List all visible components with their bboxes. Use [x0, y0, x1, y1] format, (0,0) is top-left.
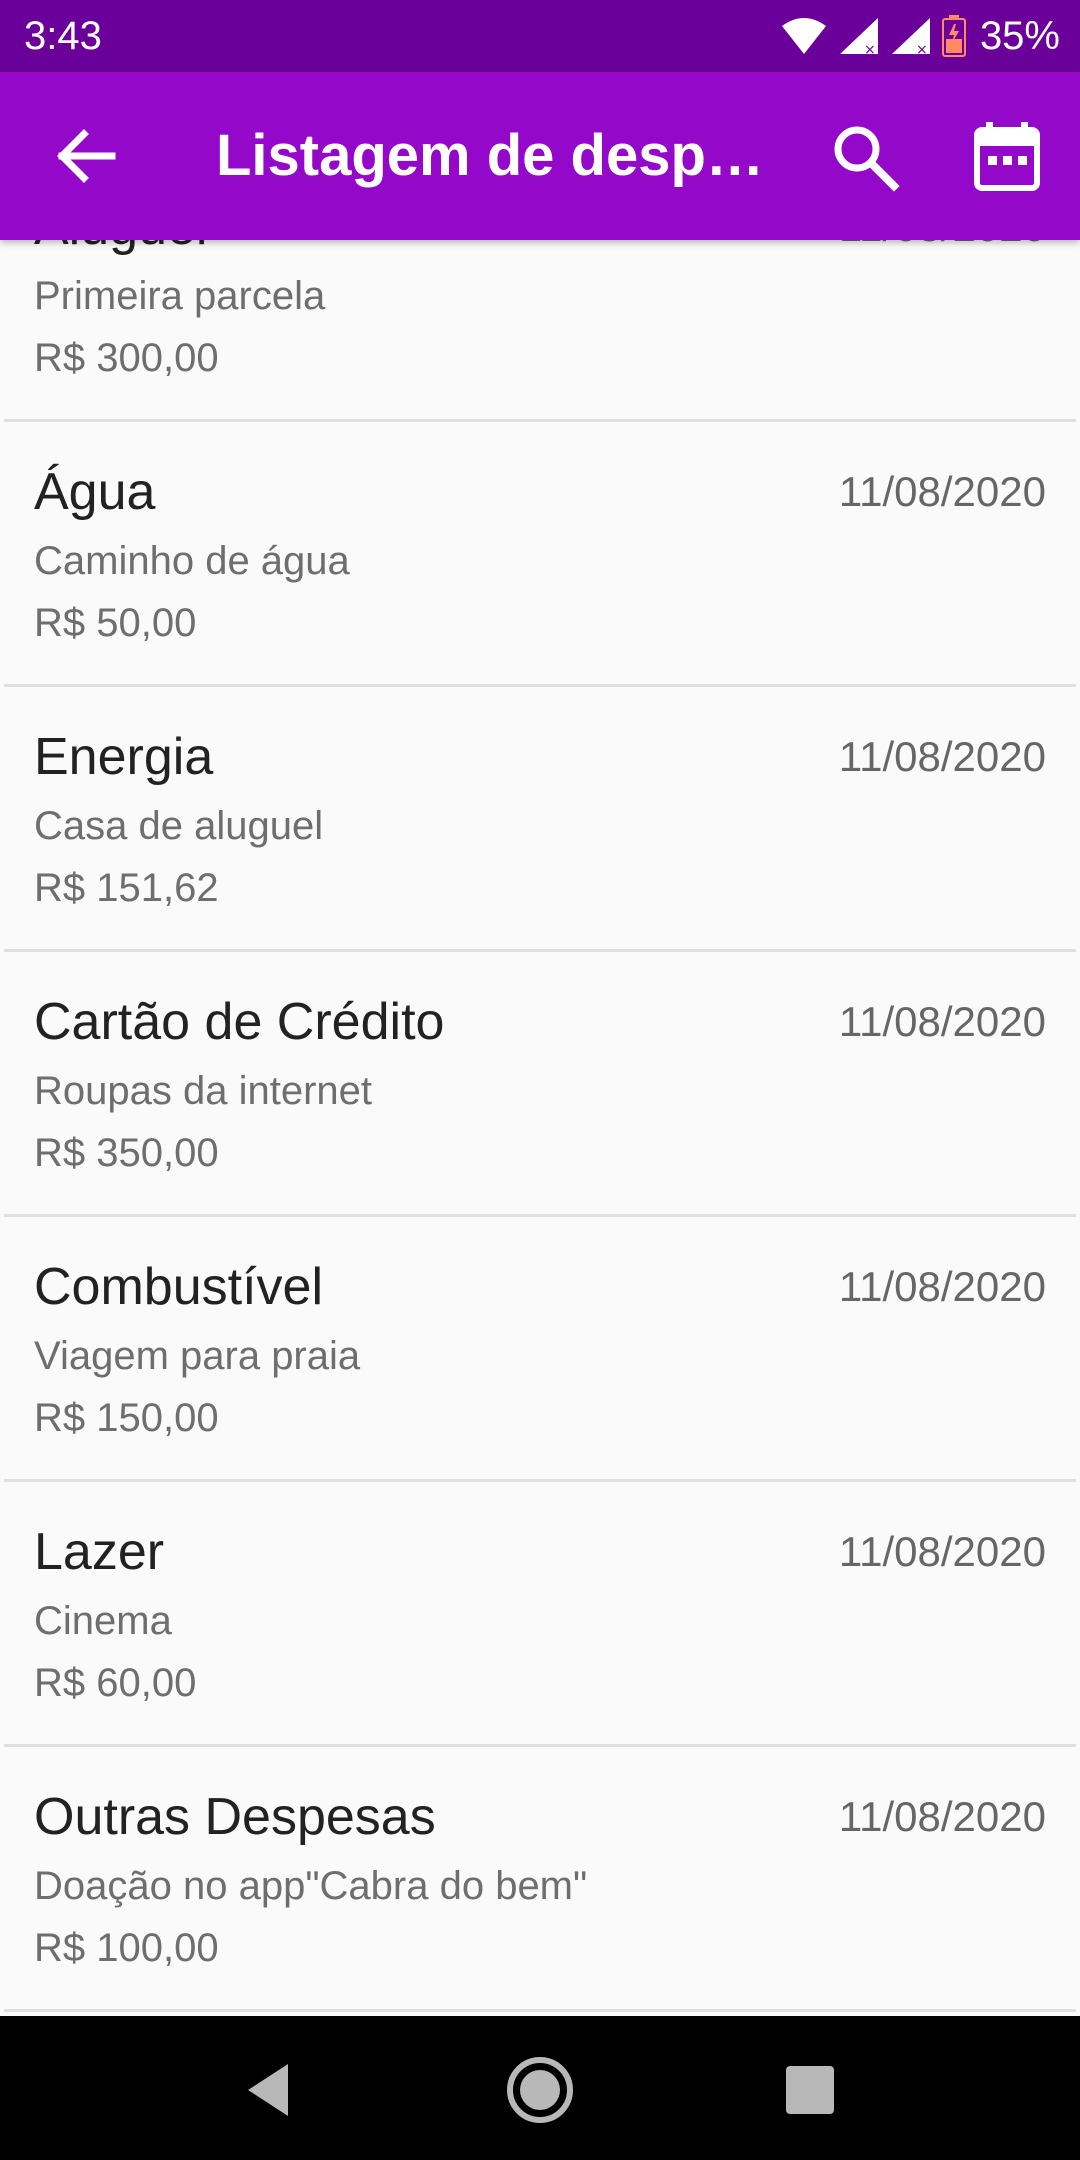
expense-date: 11/08/2020 — [838, 1263, 1046, 1310]
expense-description: Doação no app"Cabra do bem" — [34, 1864, 588, 1908]
search-icon[interactable] — [830, 122, 900, 192]
expense-description: Caminho de água — [34, 539, 350, 583]
expense-description: Cinema — [34, 1599, 172, 1643]
signal-icon: × — [839, 18, 878, 56]
svg-text:×: × — [916, 42, 928, 56]
home-circle-icon[interactable] — [500, 2050, 580, 2130]
battery-icon — [941, 15, 966, 57]
back-triangle-icon[interactable] — [230, 2050, 310, 2130]
expense-description: Viagem para praia — [34, 1334, 361, 1378]
expense-amount: R$ 50,00 — [34, 601, 197, 645]
expense-amount: R$ 100,00 — [34, 1926, 219, 1970]
expense-name: Energia — [34, 728, 214, 786]
expense-date: 11/08/2020 — [838, 468, 1046, 515]
svg-text:×: × — [864, 42, 876, 56]
list-item[interactable]: Outras Despesas 11/08/2020 Doação no app… — [0, 1747, 1080, 2012]
page-title: Listagem de despesas — [216, 123, 776, 188]
expense-date: 11/08/2020 — [838, 733, 1046, 780]
expense-name: Água — [34, 463, 156, 521]
calendar-icon[interactable] — [972, 120, 1042, 192]
expense-date: 11/08/2020 — [838, 1793, 1046, 1840]
list-item[interactable]: Combustível 11/08/2020 Viagem para praia… — [0, 1217, 1080, 1482]
status-icons: × × 35% — [780, 10, 1060, 62]
app-bar: Listagem de despesas — [0, 72, 1080, 240]
navigation-bar — [0, 2016, 1080, 2160]
expense-name: Cartão de Crédito — [34, 993, 445, 1051]
list-item[interactable]: Lazer 11/08/2020 Cinema R$ 60,00 — [0, 1482, 1080, 1747]
expense-date: 11/08/2020 — [838, 998, 1046, 1045]
wifi-icon — [781, 18, 826, 54]
signal-icon: × — [891, 18, 930, 56]
expense-amount: R$ 350,00 — [34, 1131, 219, 1175]
status-bar: 3:43 × × 35% — [0, 0, 1080, 72]
expense-amount: R$ 60,00 — [34, 1661, 197, 1705]
list-item[interactable]: Cartão de Crédito 11/08/2020 Roupas da i… — [0, 952, 1080, 1217]
arrow-left-icon[interactable] — [50, 124, 120, 188]
expense-amount: R$ 300,00 — [34, 336, 219, 380]
divider — [4, 2009, 1076, 2012]
expense-list[interactable]: Aluguel 11/08/2020 Primeira parcela R$ 3… — [0, 240, 1080, 2016]
list-item[interactable]: Água 11/08/2020 Caminho de água R$ 50,00 — [0, 422, 1080, 687]
expense-name: Aluguel — [34, 240, 207, 260]
expense-name: Lazer — [34, 1523, 165, 1581]
expense-name: Combustível — [34, 1258, 323, 1316]
battery-percent: 35% — [979, 14, 1060, 58]
status-time: 3:43 — [24, 14, 102, 58]
expense-description: Primeira parcela — [34, 274, 326, 318]
expense-amount: R$ 150,00 — [34, 1396, 219, 1440]
list-item[interactable]: Energia 11/08/2020 Casa de aluguel R$ 15… — [0, 687, 1080, 952]
expense-description: Casa de aluguel — [34, 804, 324, 848]
expense-date: 11/08/2020 — [838, 1528, 1046, 1575]
expense-date: 11/08/2020 — [839, 240, 1046, 255]
expense-description: Roupas da internet — [34, 1069, 373, 1113]
recents-square-icon[interactable] — [770, 2050, 850, 2130]
list-item[interactable]: Aluguel 11/08/2020 Primeira parcela R$ 3… — [0, 240, 1080, 422]
expense-name: Outras Despesas — [34, 1788, 436, 1846]
expense-amount: R$ 151,62 — [34, 866, 219, 910]
